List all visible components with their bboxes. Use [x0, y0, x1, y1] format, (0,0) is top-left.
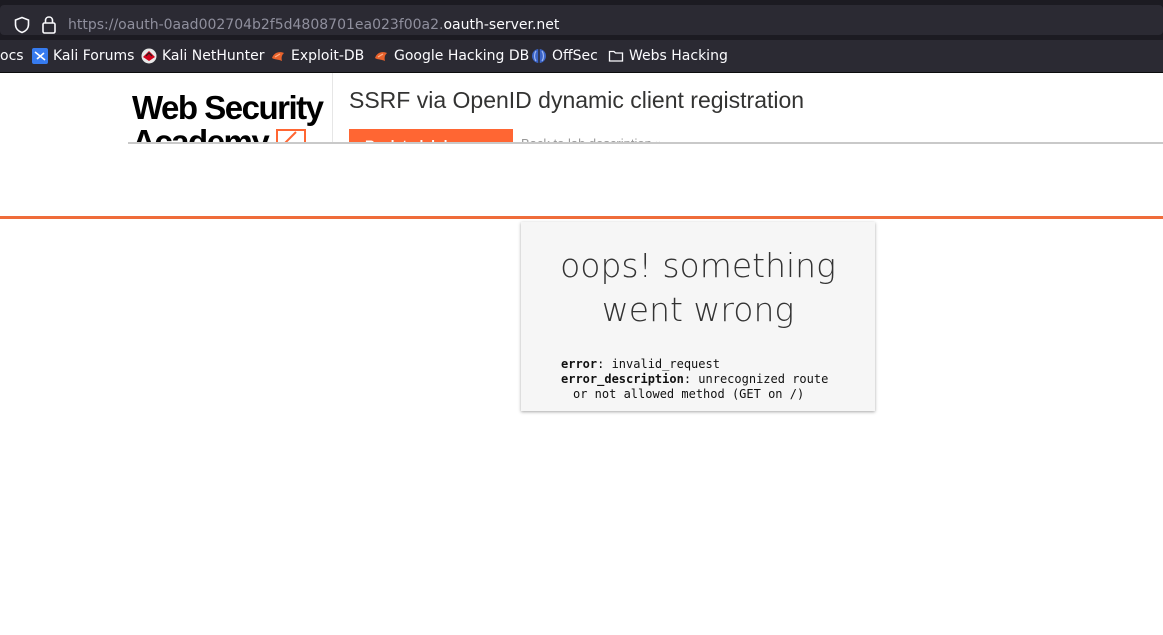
logo-text-line2: Academy — [132, 123, 270, 142]
error-description-value-line1: unrecognized route — [698, 372, 829, 386]
error-heading: oops! something went wrong — [521, 244, 875, 332]
kali-forums-icon — [32, 48, 48, 64]
bookmark-label: Kali NetHunter — [162, 48, 265, 64]
logo-text-line1: Web Security — [132, 89, 324, 126]
error-heading-line2: went wrong — [601, 290, 795, 329]
bookmark-label: Google Hacking DB — [394, 48, 530, 64]
academy-logo[interactable]: Web Security Academy — [128, 73, 333, 142]
tracking-protection-shield-icon[interactable] — [13, 16, 31, 34]
bookmark-google-hacking-db[interactable]: Google Hacking DB — [373, 47, 529, 65]
bookmark-kali-forums[interactable]: Kali Forums — [32, 47, 134, 65]
google-hacking-db-icon — [375, 52, 387, 61]
url-text[interactable]: https://oauth-0aad002704b2f5d4808701ea02… — [68, 16, 559, 34]
error-details: error: invalid_request error_description… — [561, 357, 841, 402]
bookmark-label: Kali Forums — [53, 48, 135, 64]
header-divider — [0, 216, 1163, 219]
error-card: oops! something went wrong error: invali… — [521, 222, 875, 411]
bookmark-label: ocs — [0, 48, 24, 64]
error-description-value-line2: or not allowed method (GET on /) — [573, 387, 805, 401]
bookmark-label: Webs Hacking — [629, 48, 728, 64]
error-line: error: invalid_request — [561, 357, 720, 371]
lock-icon[interactable] — [41, 15, 57, 35]
lab-title: SSRF via OpenID dynamic client registrat… — [349, 87, 805, 113]
folder-icon — [608, 50, 624, 62]
bookmark-kali-nethunter[interactable]: Kali NetHunter — [141, 47, 264, 65]
kali-nethunter-icon — [141, 48, 157, 64]
bookmark-docs[interactable]: ocs — [0, 47, 24, 65]
error-key: error — [561, 357, 598, 371]
back-to-lab-home-button[interactable]: Back to lab home — [349, 129, 513, 142]
url-prefix: https://oauth-0aad002704b2f5d4808701ea02… — [68, 17, 444, 33]
bookmark-label: OffSec — [552, 48, 598, 64]
back-to-lab-description-link[interactable]: Back to lab description » — [521, 136, 663, 142]
lab-banner: Web Security Academy SSRF via OpenID dyn… — [128, 73, 1163, 144]
bookmark-label: Exploit-DB — [291, 48, 365, 64]
error-heading-line1: oops! something — [560, 246, 836, 285]
bookmark-offsec[interactable]: OffSec — [531, 47, 598, 65]
error-value: invalid_request — [611, 357, 720, 371]
error-description-key: error_description — [561, 372, 684, 386]
error-description-line: error_description: unrecognized route — [561, 372, 829, 386]
exploit-db-icon — [272, 52, 284, 61]
browser-toolbar: https://oauth-0aad002704b2f5d4808701ea02… — [0, 0, 1163, 40]
bookmarks-toolbar: ocs Kali Forums Kali NetHunter Exploit-D… — [0, 40, 1163, 73]
bookmark-exploit-db[interactable]: Exploit-DB — [270, 47, 364, 65]
offsec-icon — [532, 49, 546, 63]
address-bar[interactable]: https://oauth-0aad002704b2f5d4808701ea02… — [0, 5, 1163, 35]
url-host: oauth-server.net — [443, 17, 560, 33]
bookmark-folder-webs-hacking[interactable]: Webs Hacking — [608, 47, 728, 65]
academy-logo-mark-icon — [276, 129, 306, 142]
